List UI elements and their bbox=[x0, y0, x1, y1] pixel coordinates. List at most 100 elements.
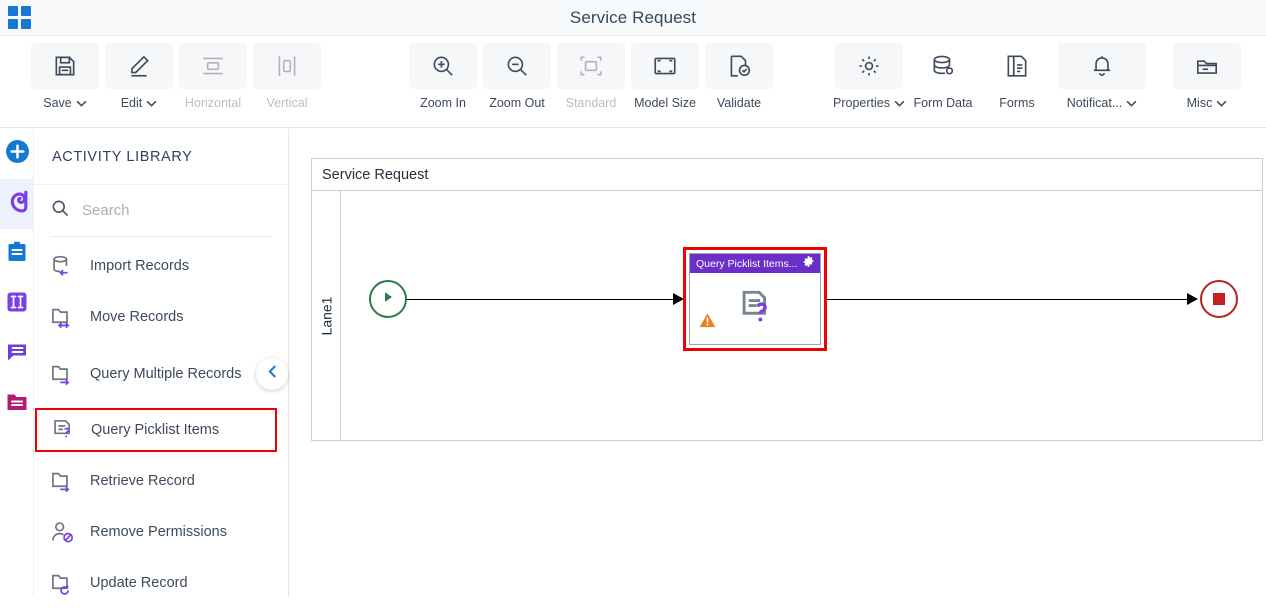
list-item-label: Move Records bbox=[90, 309, 184, 326]
model-size-icon bbox=[631, 43, 699, 89]
vertical-button: Vertical bbox=[250, 36, 324, 122]
search-input[interactable] bbox=[82, 202, 252, 219]
toolbar: Save Edit Horizontal Vertical Zoom In Zo… bbox=[0, 36, 1266, 128]
sidebar-item-activities[interactable] bbox=[0, 179, 34, 229]
lane-canvas[interactable]: Query Picklist Items... bbox=[341, 191, 1262, 441]
lane-label-text: Lane1 bbox=[318, 296, 334, 336]
task-title: Query Picklist Items... bbox=[696, 257, 798, 270]
process-pool: Service Request Lane1 Query Picklist Ite… bbox=[311, 158, 1263, 441]
play-icon bbox=[380, 289, 396, 310]
arrow-head-icon bbox=[1187, 293, 1198, 305]
zoom-in-button[interactable]: Zoom In bbox=[406, 36, 480, 122]
edit-pencil-icon bbox=[105, 43, 173, 89]
warning-triangle-icon bbox=[698, 311, 717, 335]
task-node-query-picklist-items[interactable]: Query Picklist Items... bbox=[683, 247, 827, 351]
pool-body: Lane1 Query Picklist Items... bbox=[312, 191, 1262, 441]
properties-label: Properties bbox=[833, 96, 890, 110]
chevron-down-icon[interactable] bbox=[1216, 100, 1227, 107]
chevron-down-icon[interactable] bbox=[76, 100, 87, 107]
database-icon bbox=[909, 43, 977, 89]
end-event[interactable] bbox=[1200, 280, 1238, 318]
update-record-icon bbox=[48, 570, 76, 597]
chevron-down-icon[interactable] bbox=[146, 100, 157, 107]
zoom-out-icon bbox=[483, 43, 551, 89]
sidebar-item-messages[interactable] bbox=[0, 329, 34, 379]
chevron-down-icon[interactable] bbox=[1126, 100, 1137, 107]
bell-icon bbox=[1058, 43, 1146, 89]
toolbar-group-view: Zoom In Zoom Out Standard Model Size Val… bbox=[406, 36, 776, 128]
list-item-query-multiple-records[interactable]: Query Multiple Records bbox=[34, 343, 288, 405]
misc-label: Misc bbox=[1186, 96, 1213, 110]
chevron-left-icon bbox=[266, 365, 279, 383]
columns-icon bbox=[5, 290, 29, 319]
horizontal-align-icon bbox=[179, 43, 247, 89]
list-item-retrieve-record[interactable]: Retrieve Record bbox=[34, 456, 288, 507]
page-title: Service Request bbox=[569, 7, 697, 27]
model-size-button[interactable]: Model Size bbox=[628, 36, 702, 122]
activity-library-panel: ACTIVITY LIBRARY Import Records bbox=[34, 129, 289, 597]
vertical-align-icon bbox=[253, 43, 321, 89]
flow-connector-2[interactable] bbox=[827, 299, 1194, 300]
sidebar-item-data[interactable] bbox=[0, 379, 34, 429]
list-item-label: Query Picklist Items bbox=[91, 421, 220, 438]
stop-square-icon bbox=[1213, 293, 1225, 305]
add-button[interactable] bbox=[0, 129, 34, 179]
forms-document-icon bbox=[983, 43, 1051, 89]
validate-icon bbox=[705, 43, 773, 89]
misc-button[interactable]: Misc bbox=[1164, 36, 1250, 122]
standard-size-icon bbox=[557, 43, 625, 89]
save-icon bbox=[31, 43, 99, 89]
zoom-out-label: Zoom Out bbox=[489, 96, 545, 110]
properties-button[interactable]: Properties bbox=[832, 36, 906, 122]
form-data-button[interactable]: Form Data bbox=[906, 36, 980, 122]
pool-title: Service Request bbox=[312, 159, 1262, 191]
list-item-label: Update Record bbox=[90, 575, 188, 592]
gear-icon bbox=[835, 43, 903, 89]
zoom-out-button[interactable]: Zoom Out bbox=[480, 36, 554, 122]
list-item-move-records[interactable]: Move Records bbox=[34, 292, 288, 343]
model-size-label: Model Size bbox=[634, 96, 696, 110]
activity-list: Import Records Move Records Query Multip… bbox=[34, 237, 288, 609]
folder-misc-icon bbox=[1173, 43, 1241, 89]
list-item-update-record[interactable]: Update Record bbox=[34, 558, 288, 609]
gear-icon[interactable] bbox=[802, 255, 815, 273]
title-bar: Service Request bbox=[0, 0, 1266, 36]
list-item-label: Query Multiple Records bbox=[90, 365, 242, 382]
validate-label: Validate bbox=[716, 96, 762, 110]
zoom-in-label: Zoom In bbox=[420, 96, 466, 110]
list-item-import-records[interactable]: Import Records bbox=[34, 241, 288, 292]
activity-library-title: ACTIVITY LIBRARY bbox=[34, 129, 288, 185]
list-item-remove-permissions[interactable]: Remove Permissions bbox=[34, 507, 288, 558]
list-item-label: Retrieve Record bbox=[90, 473, 195, 490]
sidebar-item-columns[interactable] bbox=[0, 279, 34, 329]
sidebar-item-forms[interactable] bbox=[0, 229, 34, 279]
grid-icon[interactable] bbox=[8, 6, 32, 30]
task-header: Query Picklist Items... bbox=[690, 254, 820, 273]
vertical-label: Vertical bbox=[266, 96, 308, 110]
validate-button[interactable]: Validate bbox=[702, 36, 776, 122]
toolbar-group-tools: Properties Form Data Forms Notificat... … bbox=[832, 36, 1250, 128]
list-item-label: Import Records bbox=[90, 258, 190, 275]
clipboard-icon bbox=[5, 240, 29, 269]
standard-button: Standard bbox=[554, 36, 628, 122]
forms-button[interactable]: Forms bbox=[980, 36, 1054, 122]
horizontal-button: Horizontal bbox=[176, 36, 250, 122]
diagram-canvas[interactable]: Service Request Lane1 Query Picklist Ite… bbox=[289, 129, 1266, 597]
search-bar[interactable] bbox=[50, 185, 272, 237]
start-event[interactable] bbox=[369, 280, 407, 318]
save-button[interactable]: Save bbox=[28, 36, 102, 122]
chevron-down-icon[interactable] bbox=[894, 100, 905, 107]
move-records-icon bbox=[48, 304, 76, 331]
edit-button[interactable]: Edit bbox=[102, 36, 176, 122]
zoom-in-icon bbox=[409, 43, 477, 89]
query-multiple-records-icon bbox=[48, 361, 76, 388]
notifications-label: Notificat... bbox=[1066, 96, 1123, 110]
query-picklist-items-icon bbox=[49, 417, 77, 444]
horizontal-label: Horizontal bbox=[184, 96, 242, 110]
flow-connector-1[interactable] bbox=[407, 299, 680, 300]
search-icon bbox=[50, 198, 70, 223]
notifications-button[interactable]: Notificat... bbox=[1054, 36, 1150, 122]
list-item-query-picklist-items[interactable]: Query Picklist Items bbox=[35, 408, 277, 452]
collapse-panel-button[interactable] bbox=[256, 358, 288, 390]
plus-circle-icon bbox=[5, 139, 30, 169]
